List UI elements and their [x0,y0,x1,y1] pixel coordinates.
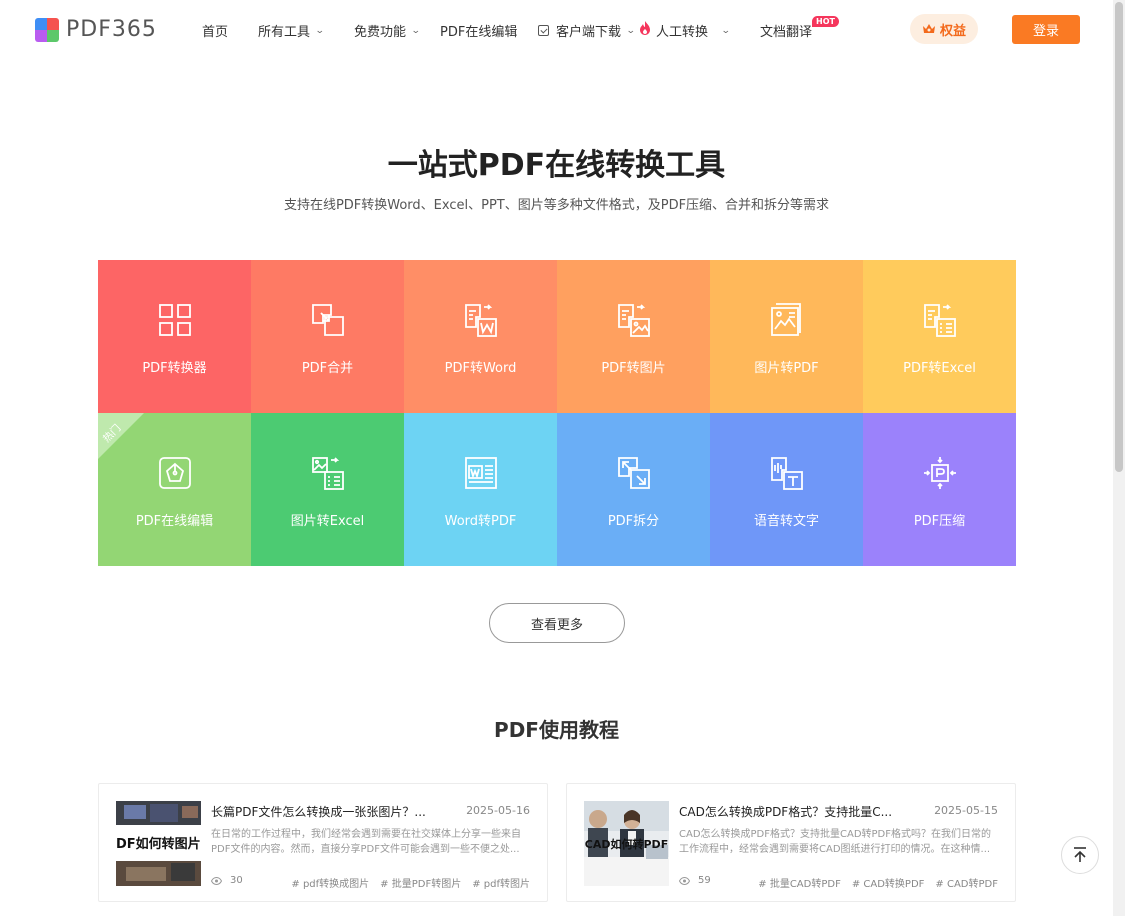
article-thumbnail[interactable]: DF如何转图片 [116,801,201,886]
page-title: 一站式PDF在线转换工具 [387,148,726,183]
tool-speech-to-text[interactable]: 语音转文字 [710,413,863,566]
page-scrollbar[interactable] [1113,0,1125,916]
tool-pdf-online-edit[interactable]: 热门 PDF在线编辑 [98,413,251,566]
tool-word-to-pdf[interactable]: Word转PDF [404,413,557,566]
login-button[interactable]: 登录 [1012,15,1080,44]
speech-to-text-icon [770,457,803,490]
pdf-to-word-icon [464,304,497,337]
tool-label: 图片转Excel [290,514,365,529]
article-title[interactable]: CAD怎么转换成PDF格式？支持批量C... [679,803,899,820]
article-date: 2025-05-15 [934,804,998,817]
tool-pdf-to-excel[interactable]: PDF转Excel [863,260,1016,413]
nav-free-features[interactable]: 免费功能 ⌄ [354,21,421,40]
article-tag[interactable]: # CAD转换PDF [852,875,925,890]
tool-pdf-to-word[interactable]: PDF转Word [404,260,557,413]
download-icon [538,25,549,36]
chevron-down-icon: ⌄ [410,25,421,36]
back-to-top-button[interactable] [1061,836,1099,874]
nav-doc-translate-label: 文档翻译 [760,25,813,40]
article-tags: # pdf转换成图片 # 批量PDF转图片 # pdf转图片 [280,875,530,890]
article-views: 30 [211,875,243,886]
nav-manual-convert[interactable]: 人工转换 ⌄ [638,16,731,40]
image-to-pdf-icon [770,303,801,336]
nav-home-label: 首页 [202,25,229,40]
chevron-down-icon: ⌄ [625,25,636,36]
tool-label: PDF转Word [444,361,517,376]
edit-icon [158,457,191,489]
tool-label: PDF压缩 [913,514,966,529]
tools-grid: PDF转换器 PDF合并 PDF转Word PDF转图片 图片转PDF PDF转… [98,260,1016,566]
view-more-button[interactable]: 查看更多 [489,603,625,643]
nav-client-download-label: 客户端下载 [556,25,622,40]
nav-doc-translate[interactable]: 文档翻译 [760,21,812,40]
tool-pdf-to-image[interactable]: PDF转图片 [557,260,710,413]
benefits-label: 权益 [939,23,966,39]
nav-all-tools[interactable]: 所有工具 ⌄ [258,21,325,40]
tool-pdf-merge[interactable]: PDF合并 [251,260,404,413]
article-view-count: 59 [698,875,711,886]
article-title[interactable]: 长篇PDF文件怎么转换成一张张图片？... [211,803,431,820]
article-description: 在日常的工作过程中，我们经常会遇到需要在社交媒体上分享一些来自PDF文件的内容。… [211,829,521,855]
thumbnail-caption: CAD如何转PDF [584,838,669,851]
article-date: 2025-05-16 [466,804,530,817]
scrollbar-thumb[interactable] [1115,2,1123,472]
fire-icon [640,21,650,35]
thumbnail-caption: DF如何转图片 [116,837,201,852]
nav-all-tools-label: 所有工具 [258,25,311,40]
tool-image-to-pdf[interactable]: 图片转PDF [710,260,863,413]
tool-label: 图片转PDF [754,361,819,376]
tool-label: 语音转文字 [753,514,819,529]
merge-icon [311,304,344,336]
article-tags: # 批量CAD转PDF # CAD转换PDF # CAD转PDF [747,875,998,890]
chevron-down-icon: ⌄ [720,25,731,36]
tool-label: PDF拆分 [607,514,660,529]
nav-manual-convert-label: 人工转换 [656,25,709,40]
nav-client-download[interactable]: 客户端下载 ⌄ [538,21,636,40]
nav-online-edit[interactable]: PDF在线编辑 [440,21,517,40]
tool-image-to-excel[interactable]: 图片转Excel [251,413,404,566]
article-tag[interactable]: # 批量CAD转PDF [758,875,841,890]
tool-pdf-converter[interactable]: PDF转换器 [98,260,251,413]
grid-icon [158,304,191,336]
article-thumbnail[interactable]: CAD如何转PDF [584,801,669,886]
page-subtitle: 支持在线PDF转换Word、Excel、PPT、图片等多种文件格式，及PDF压缩… [283,198,830,213]
tool-label: PDF转图片 [601,361,666,376]
image-to-excel-icon [311,457,344,490]
nav-home[interactable]: 首页 [202,21,228,40]
article-tag[interactable]: # 批量PDF转图片 [380,875,461,890]
pdf-to-excel-icon [923,304,956,337]
tool-label: PDF转换器 [142,361,207,376]
nav-free-features-label: 免费功能 [354,25,407,40]
split-icon [617,457,650,489]
chevron-down-icon: ⌄ [314,25,325,36]
eye-icon [679,876,690,885]
tool-pdf-split[interactable]: PDF拆分 [557,413,710,566]
tool-label: Word转PDF [444,514,517,529]
article-tag[interactable]: # CAD转PDF [935,875,998,890]
article-tag[interactable]: # pdf转图片 [472,875,530,890]
article-description: CAD怎么转换成PDF格式？支持批量CAD转PDF格式吗？在我们日常的工作流程中… [679,829,992,855]
article-views: 59 [679,875,711,886]
tool-label: PDF在线编辑 [135,514,214,529]
site-header: PDF365 首页 所有工具 ⌄ 免费功能 ⌄ PDF在线编辑 客户端下载 ⌄ 人工转… [0,0,1113,58]
tool-label: PDF转Excel [903,361,976,376]
tool-label: PDF合并 [301,361,354,376]
pdf-to-image-icon [617,304,650,337]
word-to-pdf-icon [464,457,497,489]
hot-badge: HOT [812,16,839,27]
article-tag[interactable]: # pdf转换成图片 [291,875,369,890]
nav-online-edit-label: PDF在线编辑 [440,25,518,40]
tutorials-title: PDF使用教程 [494,718,619,742]
article-view-count: 30 [230,875,243,886]
compress-icon [923,457,956,489]
arrow-up-icon [1074,847,1086,862]
article-card[interactable]: DF如何转图片 长篇PDF文件怎么转换成一张张图片？... 2025-05-16… [98,783,548,902]
article-card[interactable]: CAD如何转PDF CAD怎么转换成PDF格式？支持批量C... 2025-05… [566,783,1016,902]
benefits-button[interactable]: 权益 [910,14,978,44]
eye-icon [211,876,222,885]
tool-pdf-compress[interactable]: PDF压缩 [863,413,1016,566]
crown-icon [922,24,935,33]
